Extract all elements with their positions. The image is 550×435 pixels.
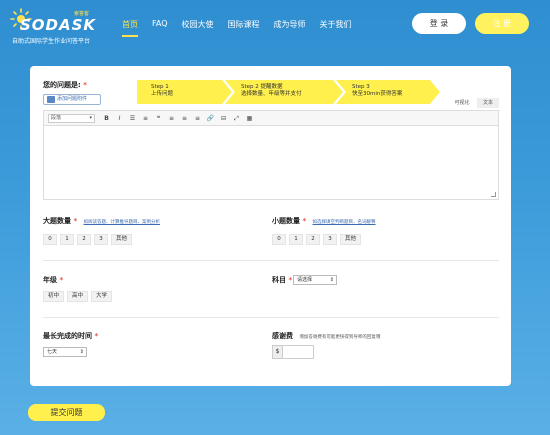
attachment-label: 添加问题附件 — [57, 96, 88, 102]
login-button[interactable]: 登 录 — [412, 13, 466, 34]
subject-label: 科目 — [272, 276, 286, 284]
fee-label: 感谢费 — [272, 332, 293, 340]
small-question-hint: 如选择填空判断题目、名词解释 — [312, 220, 376, 225]
nav-about[interactable]: 关于我们 — [320, 19, 352, 37]
step-2-title: Step 2 提醒数据 — [241, 84, 283, 90]
big-question-option-0[interactable]: 0 — [43, 234, 57, 245]
site-header: SODASK 索答客 自助式国际学生作业问答平台 首页 FAQ 校园大使 国际课… — [0, 0, 550, 55]
small-question-option-3[interactable]: 3 — [323, 234, 337, 245]
editor-toolbar: 段落 ▾ B I ☰ ≡ ❝ ≡ ≡ ≡ 🔗 ⊟ ⤢ ▦ — [44, 111, 498, 126]
fee-hint: 增加答谢费有可能更快得到导师的回复哦 — [299, 335, 381, 340]
step-2-desc: 选择数量、年级等并支付 — [241, 91, 302, 97]
chevron-updown-icon: ⇕ — [329, 277, 334, 283]
grade-option-middle-school[interactable]: 初中 — [43, 291, 65, 302]
big-question-option-2[interactable]: 2 — [77, 234, 91, 245]
required-mark: * — [94, 332, 99, 340]
small-question-label: 小题数量 — [272, 217, 300, 225]
step-1-desc: 上传问题 — [151, 91, 174, 97]
deadline-section: 最长完成的时间 * — [43, 331, 98, 341]
big-question-option-3[interactable]: 3 — [94, 234, 108, 245]
nav-campus-ambassador[interactable]: 校园大使 — [182, 19, 214, 37]
step-1-title: Step 1 — [151, 84, 169, 90]
fee-input[interactable]: $ — [272, 345, 314, 359]
register-button[interactable]: 注 册 — [475, 13, 529, 34]
nav-become-tutor[interactable]: 成为导师 — [274, 19, 306, 37]
format-select[interactable]: 段落 ▾ — [48, 114, 95, 123]
chevron-down-icon: ▾ — [89, 115, 92, 121]
add-attachment-button[interactable]: 添加问题附件 — [43, 94, 101, 105]
italic-icon[interactable]: I — [113, 114, 126, 123]
deadline-label: 最长完成的时间 — [43, 332, 92, 340]
submit-question-button[interactable]: 提交问题 — [28, 404, 105, 421]
quote-icon[interactable]: ❝ — [152, 114, 165, 123]
tab-visual[interactable]: 可视化 — [449, 98, 475, 108]
tab-text[interactable]: 文本 — [477, 98, 499, 108]
small-question-option-other[interactable]: 其他 — [340, 234, 362, 245]
small-question-options: 0 1 2 3 其他 — [272, 234, 362, 245]
grade-label: 年级 — [43, 276, 57, 284]
required-mark: * — [288, 276, 293, 284]
big-question-label: 大题数量 — [43, 217, 71, 225]
subject-section: 科目 * — [272, 275, 292, 285]
question-editor[interactable]: 段落 ▾ B I ☰ ≡ ❝ ≡ ≡ ≡ 🔗 ⊟ ⤢ ▦ — [43, 110, 499, 200]
subject-select[interactable]: 请选择 ⇕ — [293, 275, 337, 285]
bullet-list-icon[interactable]: ☰ — [126, 114, 139, 123]
grade-option-university[interactable]: 大学 — [91, 291, 113, 302]
align-right-icon[interactable]: ≡ — [191, 114, 204, 123]
sodask-logo[interactable]: SODASK 索答客 自助式国际学生作业问答平台 — [6, 6, 116, 45]
question-form-card: 您的问题是: * 添加问题附件 Step 1 上传问题 Step 2 提醒数据 … — [30, 66, 511, 386]
logo-small-text: 索答客 — [74, 11, 90, 17]
toolbar-buttons: B I ☰ ≡ ❝ ≡ ≡ ≡ 🔗 ⊟ ⤢ ▦ — [100, 114, 256, 123]
bold-icon[interactable]: B — [100, 114, 113, 123]
small-question-option-2[interactable]: 2 — [306, 234, 320, 245]
big-question-section: 大题数量 * 如阅读答题、计算推导题目、案例分析 — [43, 216, 160, 226]
divider — [43, 317, 499, 318]
step-2: Step 2 提醒数据 选择数量、年级等并支付 — [225, 80, 343, 104]
step-3: Step 3 快至30min获得答案 — [336, 80, 440, 104]
grade-section: 年级 * — [43, 275, 63, 285]
small-question-section: 小题数量 * 如选择填空判断题目、名词解释 — [272, 216, 376, 226]
required-mark: * — [83, 81, 87, 89]
chevron-updown-icon: ⇕ — [79, 349, 84, 355]
step-3-desc: 快至30min获得答案 — [352, 91, 403, 97]
fee-section: 感谢费 增加答谢费有可能更快得到导师的回复哦 — [272, 331, 380, 341]
grade-options: 初中 高中 大学 — [43, 291, 113, 302]
unlink-icon[interactable]: ⊟ — [217, 114, 230, 123]
deadline-select[interactable]: 七天 ⇕ — [43, 347, 87, 357]
logo-tagline: 自助式国际学生作业问答平台 — [12, 38, 91, 45]
required-mark: * — [302, 217, 307, 225]
align-left-icon[interactable]: ≡ — [165, 114, 178, 123]
subject-select-value: 请选择 — [297, 277, 313, 283]
attachment-icon — [47, 96, 55, 103]
link-icon[interactable]: 🔗 — [204, 114, 217, 123]
numbered-list-icon[interactable]: ≡ — [139, 114, 152, 123]
question-label-text: 您的问题是: — [43, 81, 81, 89]
deadline-select-value: 七天 — [47, 349, 58, 355]
big-question-options: 0 1 2 3 其他 — [43, 234, 133, 245]
format-select-value: 段落 — [51, 115, 62, 121]
required-mark: * — [73, 217, 78, 225]
small-question-option-0[interactable]: 0 — [272, 234, 286, 245]
fullscreen-icon[interactable]: ⤢ — [230, 114, 243, 123]
big-question-hint: 如阅读答题、计算推导题目、案例分析 — [83, 220, 161, 225]
question-label: 您的问题是: * — [43, 80, 87, 90]
grade-option-high-school[interactable]: 高中 — [67, 291, 89, 302]
nav-international-courses[interactable]: 国际课程 — [228, 19, 260, 37]
align-center-icon[interactable]: ≡ — [178, 114, 191, 123]
table-icon[interactable]: ▦ — [243, 114, 256, 123]
divider — [43, 260, 499, 261]
big-question-option-1[interactable]: 1 — [60, 234, 74, 245]
small-question-option-1[interactable]: 1 — [289, 234, 303, 245]
dollar-sign: $ — [273, 346, 283, 358]
step-3-title: Step 3 — [352, 84, 370, 90]
required-mark: * — [59, 276, 64, 284]
main-nav: 首页 FAQ 校园大使 国际课程 成为导师 关于我们 — [122, 19, 366, 37]
resize-handle-icon[interactable] — [491, 192, 496, 197]
nav-faq[interactable]: FAQ — [152, 19, 168, 37]
logo-text: SODASK — [20, 16, 97, 34]
nav-home[interactable]: 首页 — [122, 19, 138, 37]
big-question-option-other[interactable]: 其他 — [111, 234, 133, 245]
step-1: Step 1 上传问题 — [137, 80, 232, 104]
